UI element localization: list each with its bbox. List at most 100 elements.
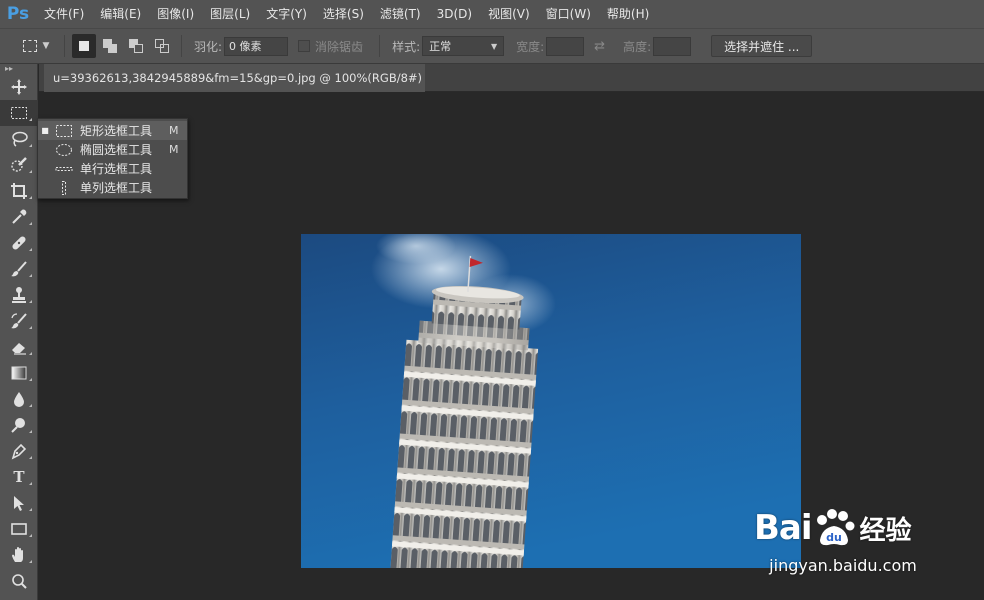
intersect-selection-icon (155, 39, 169, 53)
gradient-icon (11, 366, 27, 380)
menu-layer[interactable]: 图层(L) (202, 0, 258, 28)
elliptical-marquee-icon (52, 143, 76, 157)
lasso-tool[interactable] (0, 126, 38, 152)
divider (64, 35, 65, 57)
width-input[interactable] (546, 36, 585, 56)
menu-filter[interactable]: 滤镜(T) (372, 0, 429, 28)
antialias-checkbox[interactable] (298, 40, 311, 52)
rectangular-marquee-icon (11, 107, 27, 119)
rectangle-tool[interactable] (0, 516, 38, 542)
chevron-down-icon: ▼ (42, 41, 50, 51)
watermark-brand: Bai du 经验 (754, 506, 912, 550)
paw-logo-icon: du (816, 509, 855, 546)
divider (379, 35, 381, 57)
add-selection-icon (103, 39, 117, 53)
menu-help[interactable]: 帮助(H) (599, 0, 657, 28)
history-brush-tool[interactable] (0, 308, 38, 334)
move-icon (11, 79, 27, 95)
flyout-item-rectangular-marquee[interactable]: ■ 矩形选框工具 M (38, 121, 187, 140)
flyout-item-single-row-marquee[interactable]: 单行选框工具 (38, 159, 187, 178)
new-selection-button[interactable] (72, 34, 96, 58)
flyout-item-single-column-marquee[interactable]: 单列选框工具 (38, 178, 187, 197)
brush-icon (11, 261, 27, 277)
style-label: 样式: (392, 39, 421, 54)
feather-input[interactable]: 0 像素 (224, 36, 289, 56)
marquee-icon (22, 40, 37, 52)
baidu-jingyan-watermark: Bai du 经验 jingyan.baidu.com (748, 492, 938, 582)
menu-select[interactable]: 选择(S) (315, 0, 372, 28)
brush-tool[interactable] (0, 256, 38, 282)
quick-selection-icon (11, 157, 27, 172)
bandage-icon (12, 236, 26, 250)
quick-selection-tool[interactable] (0, 152, 38, 178)
blur-tool[interactable] (0, 386, 38, 412)
type-tool[interactable]: T (0, 464, 38, 490)
select-and-mask-button[interactable]: 选择并遮住 ... (711, 35, 813, 57)
watermark-url: jingyan.baidu.com (769, 556, 917, 575)
drop-icon (14, 392, 24, 407)
eyedropper-tool[interactable] (0, 204, 38, 230)
add-to-selection-button[interactable] (98, 34, 122, 58)
menu-view[interactable]: 视图(V) (480, 0, 538, 28)
document-tab-title: u=39362613,3842945889&fm=15&gp=0.jpg @ 1… (53, 71, 423, 85)
crop-tool[interactable] (0, 178, 38, 204)
menu-type[interactable]: 文字(Y) (258, 0, 315, 28)
width-label: 宽度: (516, 39, 545, 54)
divider (181, 35, 182, 57)
flyout-item-elliptical-marquee[interactable]: 椭圆选框工具 M (38, 140, 187, 159)
history-brush-icon (11, 313, 27, 329)
swap-width-height-icon[interactable]: ⇄ (594, 39, 605, 54)
subtract-from-selection-button[interactable] (124, 34, 148, 58)
menu-file[interactable]: 文件(F) (36, 0, 92, 28)
photoshop-logo[interactable]: Ps (0, 0, 36, 28)
clone-stamp-tool[interactable] (0, 282, 38, 308)
menu-window[interactable]: 窗口(W) (538, 0, 599, 28)
style-select[interactable]: 正常 ▼ (422, 36, 505, 56)
eraser-icon (12, 343, 26, 355)
pen-tool[interactable] (0, 438, 38, 464)
antialias-label: 消除锯齿 (315, 39, 364, 54)
tool-preset-picker[interactable]: ▼ (14, 33, 58, 59)
menu-bar: Ps 文件(F) 编辑(E) 图像(I) 图层(L) 文字(Y) 选择(S) 滤… (0, 0, 984, 28)
rectangular-marquee-tool[interactable] (0, 100, 38, 126)
dodge-tool[interactable] (0, 412, 38, 438)
path-selection-tool[interactable] (0, 490, 38, 516)
flyout-item-label: 矩形选框工具 (80, 124, 153, 138)
gradient-tool[interactable] (0, 360, 38, 386)
watermark-jingyan: 经验 (859, 515, 912, 546)
zoom-tool[interactable] (0, 568, 38, 594)
hand-icon (12, 547, 23, 562)
watermark-du: du (826, 531, 842, 544)
flyout-item-label: 椭圆选框工具 (80, 143, 153, 157)
arrow-icon (14, 496, 24, 511)
flyout-item-label: 单行选框工具 (80, 162, 153, 176)
document-image[interactable] (301, 234, 801, 568)
height-input[interactable] (653, 36, 692, 56)
magnifier-icon (12, 574, 27, 589)
eraser-tool[interactable] (0, 334, 38, 360)
move-tool[interactable] (0, 74, 38, 100)
crop-icon (11, 183, 27, 199)
hand-tool[interactable] (0, 542, 38, 568)
subtract-selection-icon (129, 39, 143, 53)
document-tab[interactable]: u=39362613,3842945889&fm=15&gp=0.jpg @ 1… (44, 64, 425, 92)
dodge-icon (11, 418, 25, 433)
menu-image[interactable]: 图像(I) (149, 0, 202, 28)
new-selection-icon (79, 41, 89, 51)
eyedropper-icon (12, 209, 27, 224)
menu-3d[interactable]: 3D(D) (429, 0, 480, 28)
rectangular-marquee-icon (52, 124, 76, 138)
rectangle-icon (11, 523, 27, 535)
shortcut-key: M (169, 143, 179, 156)
watermark-bai: Bai (754, 508, 813, 548)
style-value: 正常 (429, 40, 452, 53)
menu-edit[interactable]: 编辑(E) (92, 0, 149, 28)
lasso-icon (12, 131, 28, 147)
pen-icon (11, 443, 27, 460)
leaning-tower-photo (301, 234, 801, 568)
intersect-selection-button[interactable] (150, 34, 174, 58)
options-bar: ▼ 羽化: 0 像素 消除锯齿 样式: 正常 ▼ 宽度: ⇄ 高度: 选择并遮住… (0, 28, 984, 64)
healing-brush-tool[interactable] (0, 230, 38, 256)
single-row-marquee-icon (52, 162, 76, 176)
collapse-panel-icon[interactable]: ▸▸ (0, 64, 37, 74)
